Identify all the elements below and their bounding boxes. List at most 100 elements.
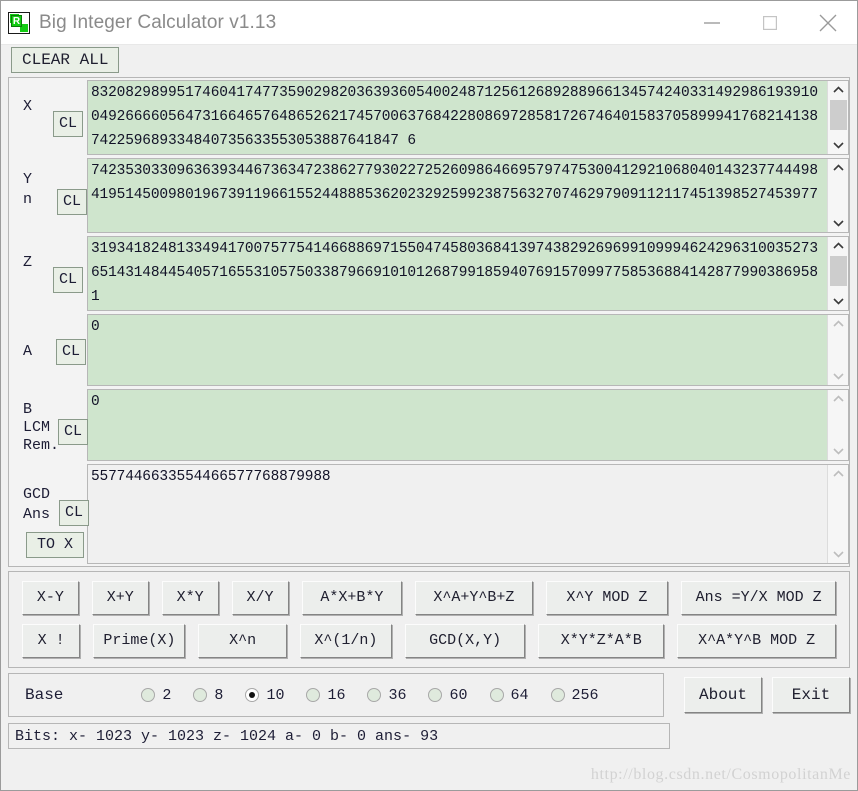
op-button-ax-plus-by[interactable]: A*X+B*Y <box>301 581 403 615</box>
scroll-up-icon[interactable] <box>828 315 849 333</box>
exit-button[interactable]: Exit <box>772 677 850 713</box>
scrollbar-a[interactable] <box>827 315 848 385</box>
base-radio-16[interactable]: 16 <box>306 687 345 704</box>
field-gcd-output[interactable]: 5577446633554466577768879988 <box>88 465 827 563</box>
operations-panel: X-Y X+Y X*Y X/Y A*X+B*Y X^A+Y^B+Z X^Y MO… <box>8 571 850 668</box>
base-radio-2[interactable]: 2 <box>141 687 171 704</box>
minimize-icon[interactable] <box>683 1 741 44</box>
radio-dot-icon <box>193 688 208 702</box>
op-button-x-minus-y[interactable]: X-Y <box>22 581 79 615</box>
clear-y-button[interactable]: CL <box>57 189 87 215</box>
scrollbar-x[interactable] <box>827 81 848 154</box>
field-row-z: Z CL 31934182481334941700757754146688697… <box>9 236 849 311</box>
label-a: A <box>23 343 33 360</box>
status-bar: Bits: x- 1023 y- 1023 z- 1024 a- 0 b- 0 … <box>8 723 670 749</box>
scrollbar-z[interactable] <box>827 237 848 310</box>
label-rem: Rem. <box>23 437 60 454</box>
scroll-down-icon[interactable] <box>828 292 849 310</box>
base-actions: About Exit <box>674 673 850 717</box>
op-button-x-times-y[interactable]: X*Y <box>161 581 219 615</box>
label-z: Z <box>23 254 33 271</box>
base-radio-label: 64 <box>510 686 529 704</box>
op-button-x-root-n[interactable]: X^(1/n) <box>299 624 392 658</box>
base-radio-8[interactable]: 8 <box>193 687 223 704</box>
field-x-wrap: 8320829899517460417477359029820363936054… <box>87 80 849 155</box>
field-x-input[interactable]: 8320829899517460417477359029820363936054… <box>88 81 827 154</box>
scrollbar-gcd[interactable] <box>827 465 848 563</box>
base-radio-label: 2 <box>162 686 172 704</box>
window-controls <box>683 1 857 44</box>
scrollbar-thumb[interactable] <box>830 100 847 130</box>
clear-x-button[interactable]: CL <box>53 111 83 137</box>
watermark: http://blog.csdn.net/CosmopolitanMe <box>590 766 851 783</box>
base-radio-64[interactable]: 64 <box>489 686 529 704</box>
field-row-x: X CL 83208298995174604174773590298203639… <box>9 80 849 155</box>
scroll-up-icon[interactable] <box>828 237 849 255</box>
scrollbar-thumb[interactable] <box>830 256 847 286</box>
operations-row-2: X ! Prime(X) X^n X^(1/n) GCD(X,Y) X*Y*Z*… <box>9 624 849 658</box>
base-radio-256[interactable]: 256 <box>550 687 599 704</box>
field-label-col-y: Y n CL <box>9 158 87 233</box>
field-gcd-wrap: 5577446633554466577768879988 <box>87 464 849 564</box>
base-radio-label: 16 <box>327 686 346 704</box>
field-a-input[interactable]: 0 <box>88 315 827 385</box>
scroll-down-icon[interactable] <box>828 214 849 232</box>
op-button-x-plus-y[interactable]: X+Y <box>91 581 149 615</box>
status-bits-text: Bits: x- 1023 y- 1023 z- 1024 a- 0 b- 0 … <box>15 727 439 745</box>
base-radio-group: Base 2 8 10 16 36 60 64 256 <box>8 673 664 717</box>
app-icon: R <box>8 11 30 34</box>
op-button-xa-times-yb-mod-z[interactable]: X^A*Y^B MOD Z <box>677 624 836 658</box>
scrollbar-b[interactable] <box>827 390 848 460</box>
op-button-product-xyzab[interactable]: X*Y*Z*A*B <box>538 624 665 658</box>
field-row-a: A CL 0 <box>9 314 849 386</box>
op-button-xa-plus-yb-plus-z[interactable]: X^A+Y^B+Z <box>415 581 533 615</box>
clear-z-button[interactable]: CL <box>53 267 83 293</box>
field-a-wrap: 0 <box>87 314 849 386</box>
scroll-up-icon[interactable] <box>828 390 849 408</box>
toolbar: CLEAR ALL <box>1 45 857 75</box>
scroll-down-icon[interactable] <box>828 545 849 563</box>
op-button-x-pow-n[interactable]: X^n <box>198 624 287 658</box>
scroll-down-icon[interactable] <box>828 136 849 154</box>
base-radio-10[interactable]: 10 <box>245 687 284 704</box>
op-button-x-pow-y-mod-z[interactable]: X^Y MOD Z <box>545 581 669 615</box>
scrollbar-y[interactable] <box>827 159 848 232</box>
field-row-b: B LCM Rem. CL 0 <box>9 389 849 461</box>
clear-b-button[interactable]: CL <box>58 419 88 445</box>
scroll-up-icon[interactable] <box>828 159 849 177</box>
close-icon[interactable] <box>799 1 857 44</box>
scroll-down-icon[interactable] <box>828 367 849 385</box>
radio-dot-icon <box>306 688 321 702</box>
scroll-up-icon[interactable] <box>828 81 849 99</box>
op-button-gcd-x-y[interactable]: GCD(X,Y) <box>404 624 526 658</box>
about-button[interactable]: About <box>684 677 762 713</box>
radio-dot-icon <box>141 688 156 702</box>
base-radio-label: 8 <box>214 686 224 704</box>
radio-dot-icon <box>489 688 504 702</box>
field-label-col-a: A CL <box>9 314 87 386</box>
op-button-prime-x[interactable]: Prime(X) <box>93 624 186 658</box>
field-b-input[interactable]: 0 <box>88 390 827 460</box>
op-button-factorial[interactable]: X ! <box>22 624 81 658</box>
field-y-input[interactable]: 7423530330963639344673634723862779302272… <box>88 159 827 232</box>
window-title: Big Integer Calculator v1.13 <box>39 11 277 33</box>
clear-a-button[interactable]: CL <box>56 339 86 365</box>
op-button-ans-y-div-x-mod-z[interactable]: Ans =Y/X MOD Z <box>681 581 836 615</box>
clear-ans-button[interactable]: CL <box>59 500 89 526</box>
base-radio-36[interactable]: 36 <box>367 687 406 704</box>
label-lcm: LCM <box>23 419 51 436</box>
base-panel: Base 2 8 10 16 36 60 64 256 About Exit <box>8 673 850 717</box>
clear-all-button[interactable]: CLEAR ALL <box>11 47 120 73</box>
maximize-icon[interactable] <box>741 1 799 44</box>
base-radio-label: 60 <box>449 686 468 704</box>
field-label-col-gcd: GCD Ans CL TO X <box>9 464 89 564</box>
base-label: Base <box>25 686 64 704</box>
field-z-input[interactable]: 3193418248133494170075775414668869715504… <box>88 237 827 310</box>
label-b: B <box>23 401 33 418</box>
scroll-up-icon[interactable] <box>828 465 849 483</box>
scroll-down-icon[interactable] <box>828 442 849 460</box>
to-x-button[interactable]: TO X <box>26 532 84 558</box>
base-radio-60[interactable]: 60 <box>428 686 468 704</box>
op-button-x-div-y[interactable]: X/Y <box>231 581 289 615</box>
field-y-wrap: 7423530330963639344673634723862779302272… <box>87 158 849 233</box>
